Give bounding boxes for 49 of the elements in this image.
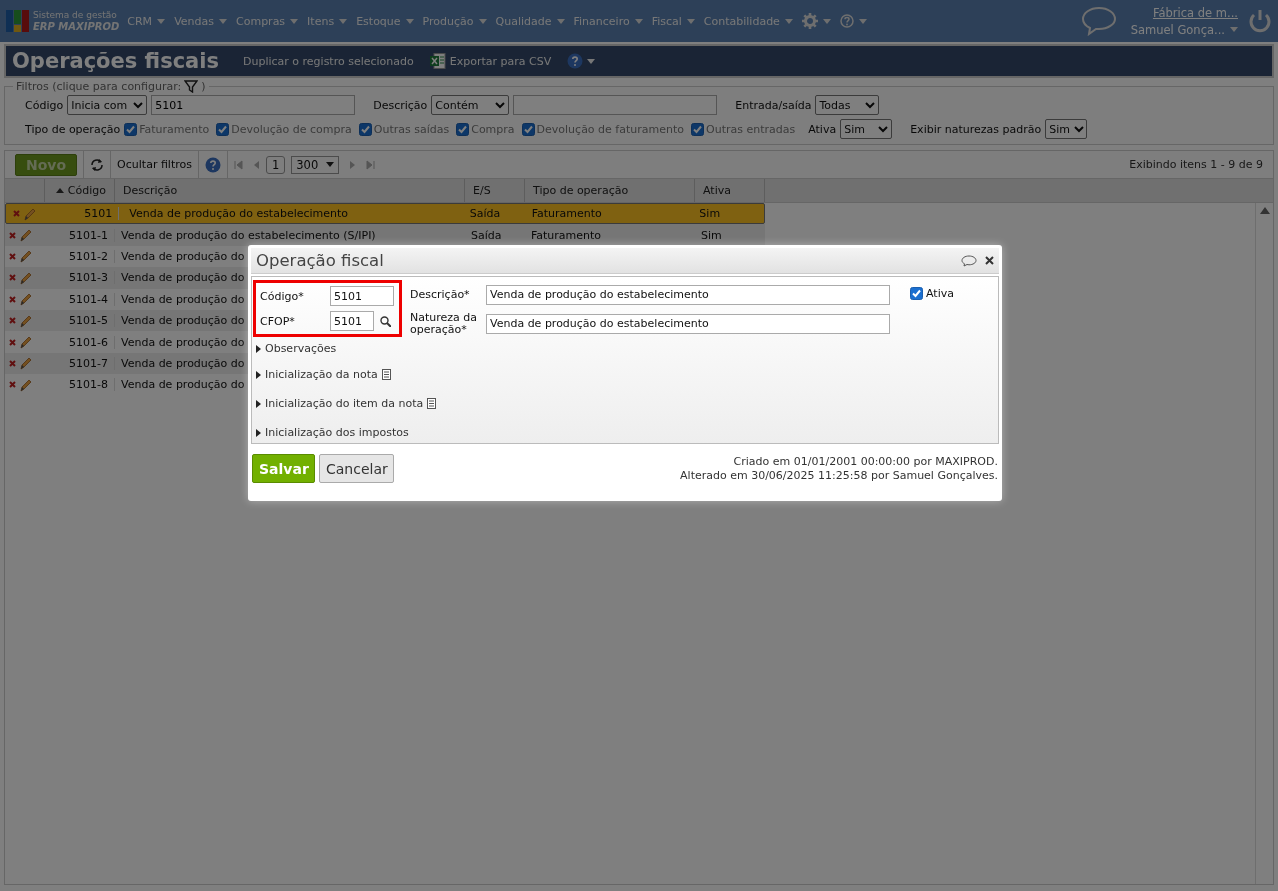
table-cell-text: Saída (470, 228, 503, 242)
page-title: Operações fiscais (12, 49, 219, 73)
table-cell-text: Venda de produção do (120, 314, 246, 328)
table-cell-text: Venda de produção do (120, 292, 246, 306)
table-cell: 5101-2 (45, 249, 115, 263)
table-cell-text: Saída (468, 207, 502, 221)
table-cell-text: Sim (698, 207, 722, 221)
table-cell-text: Faturamento (530, 207, 603, 221)
table-cell: 5101-1 (45, 228, 115, 242)
field-label: Entrada/saída (735, 98, 812, 112)
table-cell: 5101-8 (45, 378, 115, 392)
table-cell: 5101-4 (45, 292, 115, 306)
table-cell-text: Sim (700, 228, 723, 242)
checkbox-label: Outras entradas (706, 122, 796, 136)
table-cell-text: Venda de produção do estabelecimento (S/IPI) (120, 228, 377, 242)
brand-subtitle: Sistema de gestão (33, 10, 118, 21)
table-cell-text: Venda de produção do (120, 271, 246, 285)
table-cell: 5101-3 (45, 271, 115, 285)
table-cell-text: Venda de produção do (120, 356, 246, 370)
table-cell-text: Faturamento (530, 228, 603, 242)
checkbox-label: Devolução de faturamento (536, 122, 684, 136)
field-label: Natureza da operação* (410, 311, 479, 336)
field-label: CFOP* (260, 314, 296, 328)
field-label: Ativa (808, 122, 837, 136)
field-label: Código* (260, 289, 305, 303)
table-cell-text: Venda de produção do (120, 378, 246, 392)
brand-name: ERP MAXIPROD (33, 21, 120, 32)
item-count: Exibindo itens 1 - 9 de 9 (1129, 158, 1263, 171)
modified-info: Alterado em 30/06/2025 11:25:58 por Samuel Gonçalves. (680, 468, 998, 483)
checkbox-label: Outras saídas (373, 122, 450, 136)
checkbox-label: Ativa (926, 286, 954, 300)
table-cell-text: Venda de produção do (120, 335, 246, 349)
field-label: Exibir naturezas padrão (910, 122, 1042, 136)
checkbox-label: Compra (471, 122, 515, 136)
checkbox-label: Faturamento (139, 122, 210, 136)
table-cell-text: Venda de produção do (120, 249, 246, 263)
table-cell: 5101 (51, 207, 120, 221)
filter-legend-end: ) (201, 80, 206, 93)
field-label: Descrição* (410, 288, 471, 301)
field-label: Descrição (373, 98, 428, 112)
created-info: Criado em 01/01/2001 00:00:00 por MAXIPROD. (732, 454, 998, 469)
table-cell: 5101-5 (45, 314, 115, 328)
checkbox-label: Devolução de compra (231, 122, 352, 136)
table-cell: 5101-6 (45, 335, 115, 349)
table-cell: 5101-7 (45, 356, 115, 370)
dialog-title: Operação fiscal (256, 251, 385, 270)
field-label: Código (25, 98, 64, 112)
table-cell-text: Venda de produção do estabelecimento (128, 207, 350, 221)
field-label: Tipo de operação (25, 122, 121, 136)
